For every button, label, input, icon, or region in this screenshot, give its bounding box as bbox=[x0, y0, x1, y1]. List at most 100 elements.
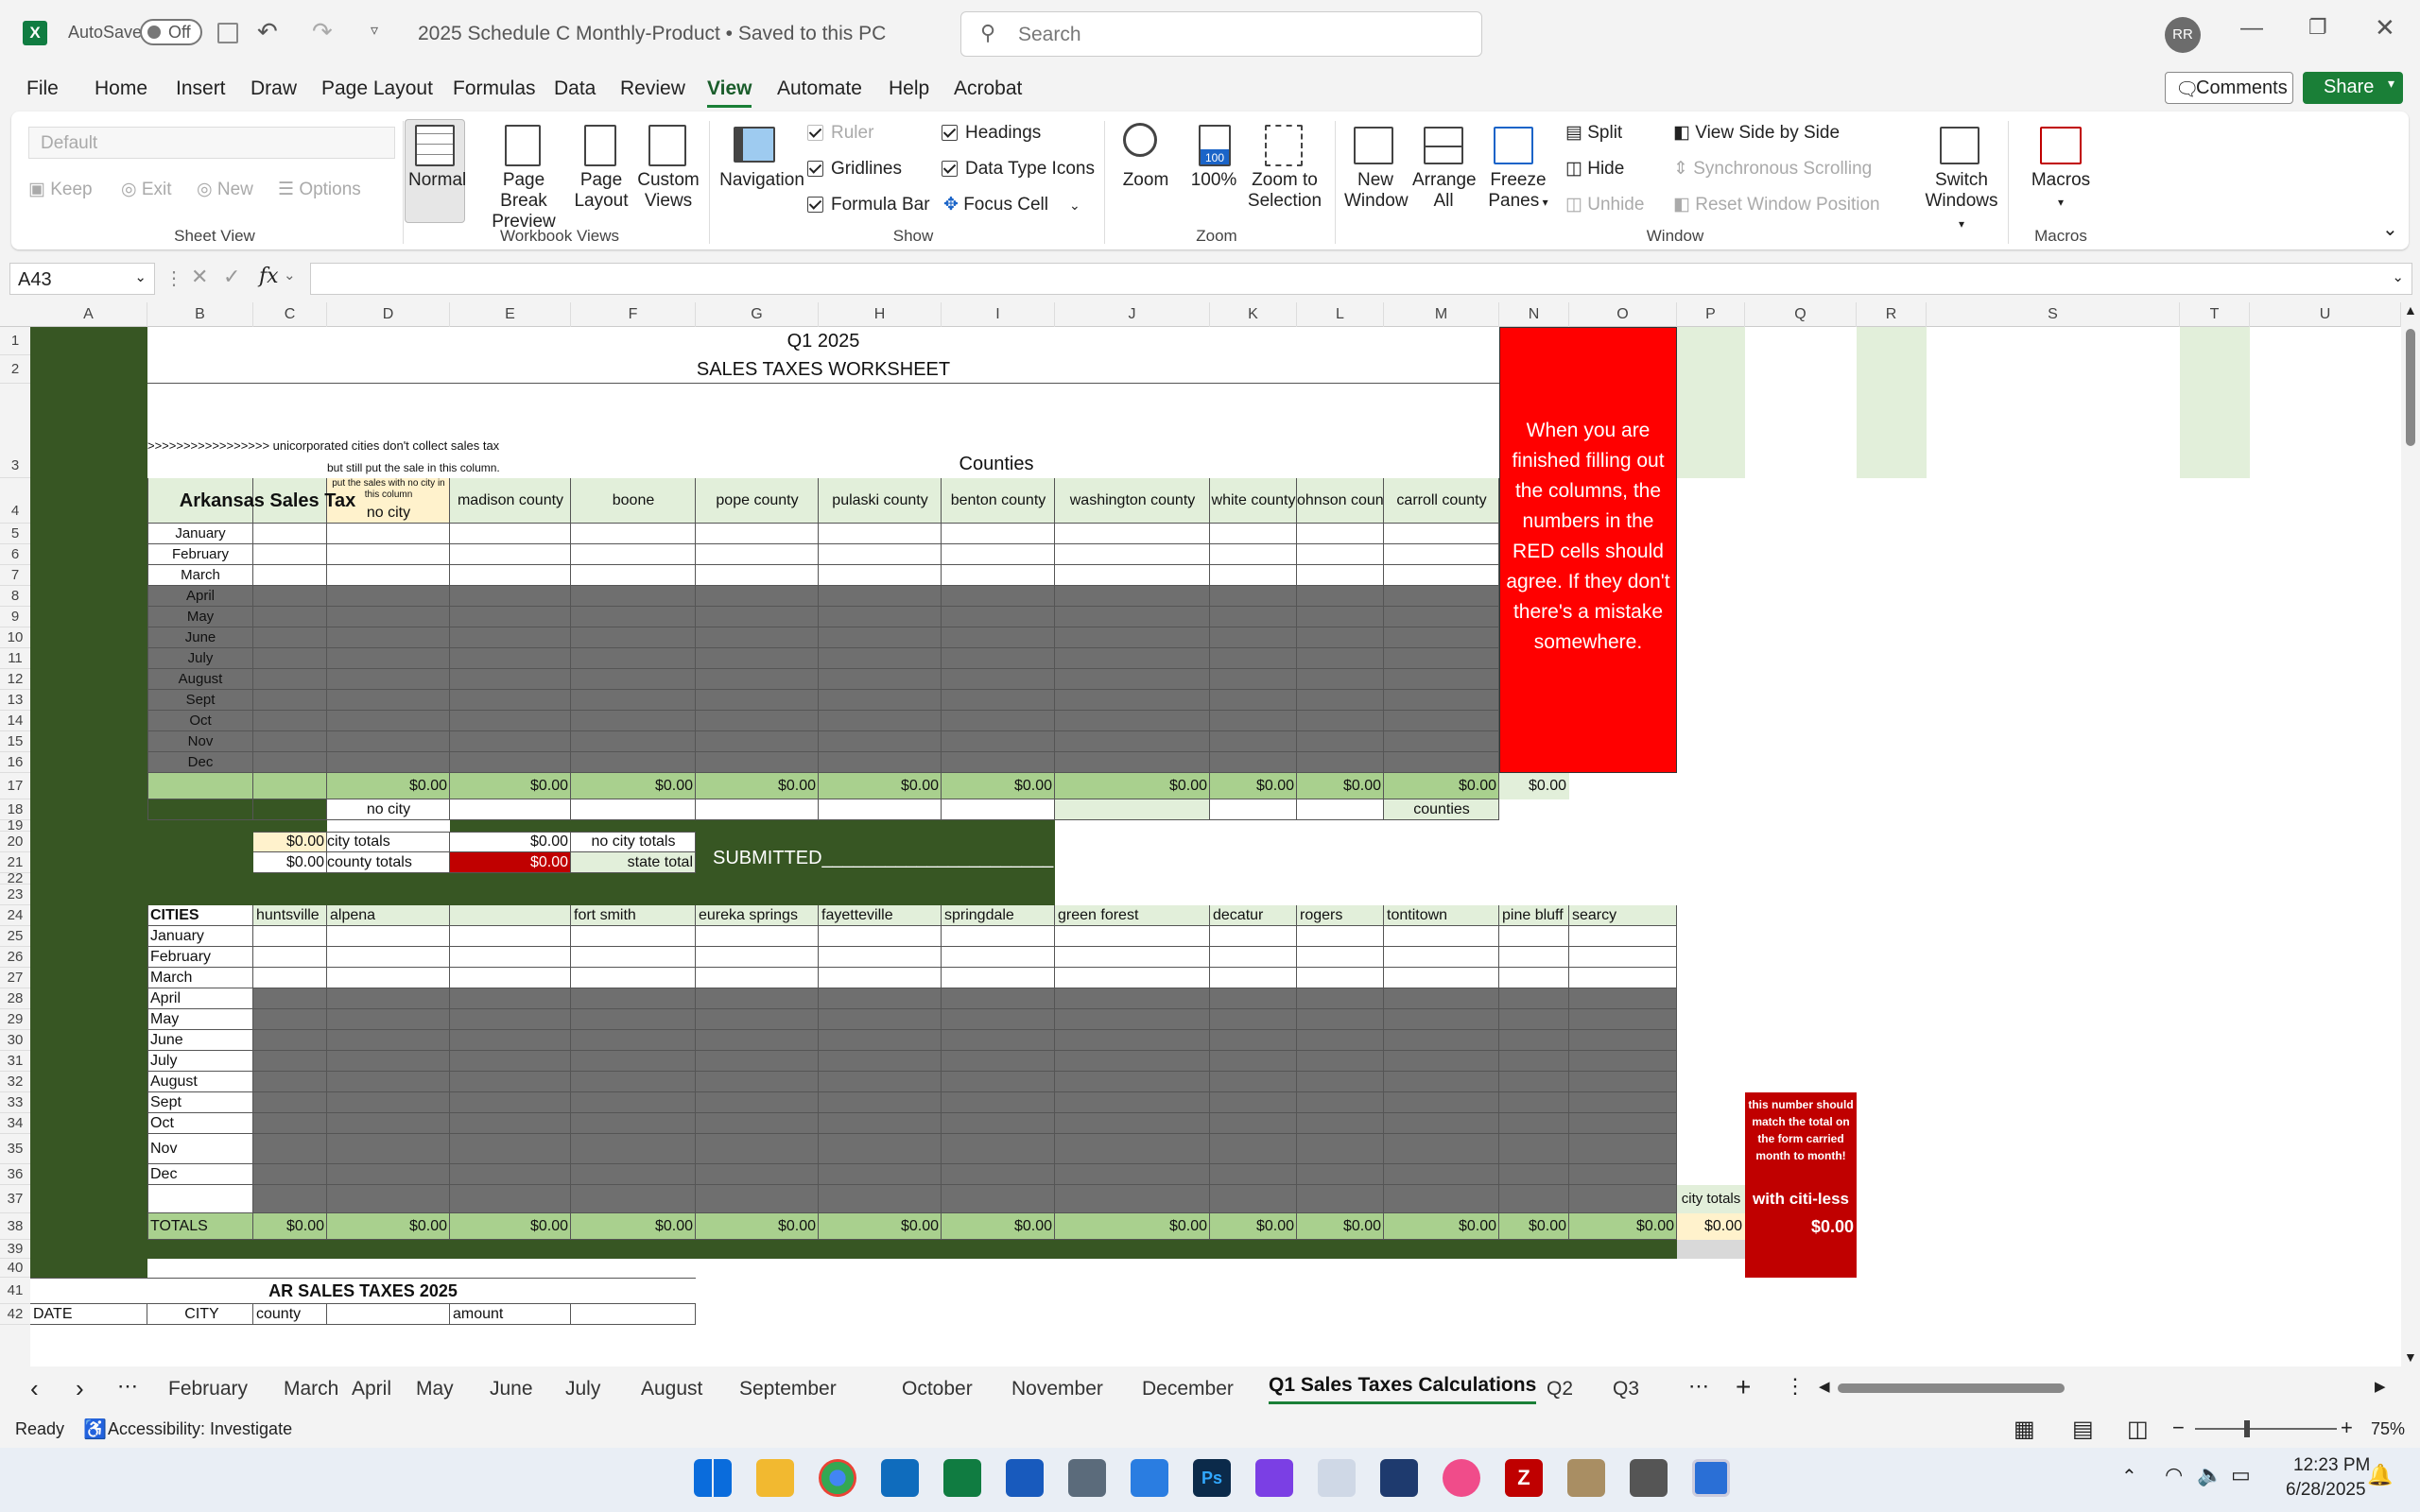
macros-button[interactable]: Macros ▾ bbox=[2023, 170, 2099, 213]
county-column-header[interactable]: white county bbox=[1210, 478, 1297, 524]
sync-scroll-button[interactable]: ⇕ Synchronous Scrolling bbox=[1673, 159, 1872, 180]
county-total-cell[interactable]: $0.00 bbox=[571, 773, 696, 799]
page-layout-button[interactable]: Page Layout bbox=[571, 170, 631, 212]
formula-input[interactable]: ⌄ bbox=[310, 263, 2412, 295]
prev-sheet-icon[interactable]: ‹ bbox=[30, 1374, 39, 1403]
county-total-cell[interactable]: $0.00 bbox=[942, 773, 1055, 799]
city-column-header[interactable]: decatur bbox=[1210, 905, 1297, 926]
totals-block-cell[interactable]: $0.00 bbox=[450, 832, 571, 852]
city-column-header[interactable]: rogers bbox=[1297, 905, 1384, 926]
remote-desktop-icon[interactable] bbox=[1692, 1459, 1730, 1497]
row-header[interactable]: 5 bbox=[0, 524, 30, 544]
sheet-tab-march[interactable]: March bbox=[284, 1378, 338, 1400]
photos-icon[interactable] bbox=[1131, 1459, 1168, 1497]
col-header-H[interactable]: H bbox=[819, 302, 942, 327]
name-box[interactable]: A43 ⌄ bbox=[9, 263, 155, 295]
outlook-icon[interactable] bbox=[881, 1459, 919, 1497]
county-column-header[interactable]: benton county bbox=[942, 478, 1055, 524]
expand-formula-icon[interactable]: ⌄ bbox=[2392, 268, 2404, 285]
document-title[interactable]: 2025 Schedule C Monthly-Product • Saved … bbox=[418, 23, 886, 45]
city-column-header[interactable]: tontitown bbox=[1384, 905, 1499, 926]
enter-icon[interactable]: ✓ bbox=[223, 265, 240, 289]
scroll-down-icon[interactable]: ▼ bbox=[2404, 1349, 2417, 1365]
city-total-cell[interactable]: $0.00 bbox=[450, 1213, 571, 1240]
row-header[interactable]: 23 bbox=[0, 885, 30, 905]
city-total-cell[interactable]: $0.00 bbox=[1210, 1213, 1297, 1240]
col-header-S[interactable]: S bbox=[1927, 302, 2180, 327]
sheet-tab-july[interactable]: July bbox=[565, 1378, 600, 1400]
navigation-button[interactable]: Navigation bbox=[717, 170, 807, 191]
col-header-I[interactable]: I bbox=[942, 302, 1055, 327]
county-column-header[interactable]: ohnson count bbox=[1297, 478, 1384, 524]
row-header[interactable]: 19 bbox=[0, 818, 30, 833]
sheet-tab-may[interactable]: May bbox=[416, 1378, 454, 1400]
menu-tab-page-layout[interactable]: Page Layout bbox=[321, 77, 433, 100]
city-column-header[interactable]: alpena bbox=[327, 905, 450, 926]
col-header-J[interactable]: J bbox=[1055, 302, 1210, 327]
search-box[interactable]: ⚲ Search bbox=[960, 11, 1482, 57]
col-header-T[interactable]: T bbox=[2180, 302, 2250, 327]
county-column-header[interactable]: boone bbox=[571, 478, 696, 524]
city-total-cell[interactable]: $0.00 bbox=[696, 1213, 819, 1240]
row-header[interactable]: 42 bbox=[0, 1304, 30, 1325]
row-header[interactable]: 2 bbox=[0, 355, 30, 384]
county-total-cell[interactable]: $0.00 bbox=[1297, 773, 1384, 799]
hscroll-left-icon[interactable]: ◀ bbox=[1819, 1378, 1830, 1395]
chrome-icon[interactable] bbox=[819, 1459, 856, 1497]
city-total-cell[interactable]: $0.00 bbox=[819, 1213, 942, 1240]
col-header-B[interactable]: B bbox=[147, 302, 253, 327]
menu-tab-draw[interactable]: Draw bbox=[251, 77, 297, 100]
col-header-E[interactable]: E bbox=[450, 302, 571, 327]
totals-block-cell[interactable]: $0.00 bbox=[253, 832, 327, 852]
city-total-cell[interactable]: $0.00 bbox=[1384, 1213, 1499, 1240]
page-break-status-icon[interactable]: ◫ bbox=[2127, 1416, 2149, 1443]
col-header-Q[interactable]: Q bbox=[1745, 302, 1857, 327]
menu-tab-automate[interactable]: Automate bbox=[777, 77, 862, 100]
avatar[interactable]: RR bbox=[2165, 17, 2201, 53]
row-header[interactable]: 29 bbox=[0, 1009, 30, 1030]
itunes-icon[interactable] bbox=[1443, 1459, 1480, 1497]
county-total-cell[interactable]: $0.00 bbox=[696, 773, 819, 799]
row-header[interactable]: 6 bbox=[0, 544, 30, 565]
page-break-button[interactable]: Page Break Preview bbox=[478, 170, 569, 232]
city-total-cell[interactable]: $0.00 bbox=[571, 1213, 696, 1240]
battery-icon[interactable]: ▭ bbox=[2231, 1463, 2251, 1487]
comments-button[interactable]: 🗨 Comments bbox=[2165, 72, 2293, 104]
row-header[interactable]: 32 bbox=[0, 1072, 30, 1092]
data-type-icons-checkbox[interactable]: Data Type Icons bbox=[942, 159, 1095, 180]
menu-tab-insert[interactable]: Insert bbox=[176, 77, 226, 100]
collapse-ribbon-icon[interactable]: ⌄ bbox=[2382, 217, 2398, 241]
snipping-tool-icon[interactable] bbox=[1318, 1459, 1356, 1497]
totals-block-cell[interactable]: state total bbox=[571, 852, 696, 873]
side-by-side-button[interactable]: ◧ View Side by Side bbox=[1673, 123, 1840, 144]
autosave-toggle[interactable]: Off bbox=[140, 19, 202, 45]
row-header[interactable]: 15 bbox=[0, 731, 30, 752]
col-header-D[interactable]: D bbox=[327, 302, 450, 327]
gridlines-checkbox[interactable]: Gridlines bbox=[807, 159, 902, 180]
ruler-checkbox[interactable]: Ruler bbox=[807, 123, 873, 144]
menu-tab-data[interactable]: Data bbox=[554, 77, 596, 100]
options-button[interactable]: ☰ Options bbox=[278, 180, 361, 200]
row-header[interactable]: 27 bbox=[0, 968, 30, 988]
excel-taskbar-icon[interactable] bbox=[943, 1459, 981, 1497]
zoom-100-button[interactable]: 100% bbox=[1184, 170, 1244, 191]
arrange-all-button[interactable]: Arrange All bbox=[1412, 170, 1477, 212]
city-column-header[interactable]: fayetteville bbox=[819, 905, 942, 926]
row-header[interactable]: 34 bbox=[0, 1113, 30, 1134]
new-sheetview-button[interactable]: ◎ New bbox=[197, 180, 253, 200]
exit-button[interactable]: ◎ Exit bbox=[121, 180, 172, 200]
row-header[interactable]: 37 bbox=[0, 1185, 30, 1213]
more-sheets-left-icon[interactable]: ⋯ bbox=[117, 1374, 138, 1399]
city-total-cell[interactable]: $0.00 bbox=[327, 1213, 450, 1240]
worksheet-grid[interactable]: Q1 2025 SALES TAXES WORKSHEET >>>>>>>>>>>>… bbox=[30, 327, 2401, 1366]
word-icon[interactable] bbox=[1006, 1459, 1044, 1497]
row-header[interactable]: 8 bbox=[0, 586, 30, 607]
totals-block-cell[interactable]: $0.00 bbox=[450, 852, 571, 873]
row-header[interactable]: 26 bbox=[0, 947, 30, 968]
row-header[interactable]: 25 bbox=[0, 926, 30, 947]
county-total-cell[interactable]: $0.00 bbox=[450, 773, 571, 799]
archive-icon[interactable] bbox=[1567, 1459, 1605, 1497]
row-header[interactable]: 13 bbox=[0, 690, 30, 711]
sheet-tab-december[interactable]: December bbox=[1142, 1378, 1234, 1400]
start-icon[interactable] bbox=[694, 1459, 732, 1497]
